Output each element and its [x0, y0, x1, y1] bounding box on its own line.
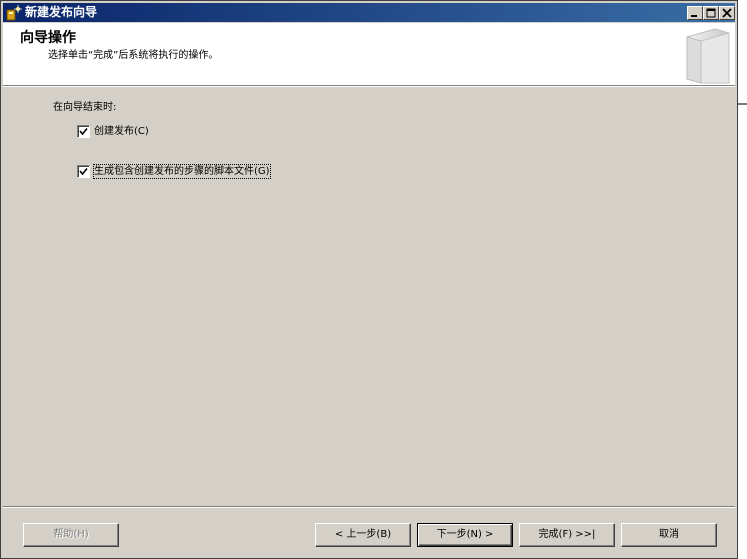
checkmark-icon [79, 127, 88, 136]
finish-button[interactable]: 完成(F) >>| [519, 523, 615, 547]
page-subtitle: 选择单击“完成”后系统将执行的操作。 [48, 50, 219, 61]
window-title: 新建发布向导 [25, 5, 98, 19]
cancel-button[interactable]: 取消 [621, 523, 717, 547]
close-button[interactable] [719, 6, 735, 20]
wizard-book-icon [686, 28, 730, 84]
page-title: 向导操作 [20, 30, 76, 46]
wizard-app-icon [6, 5, 22, 21]
help-button[interactable]: 帮助(H) [23, 523, 119, 547]
group-label: 在向导结束时: [53, 102, 117, 113]
minimize-icon [691, 15, 697, 17]
minimize-button[interactable] [687, 6, 703, 20]
wizard-header: 向导操作 选择单击“完成”后系统将执行的操作。 [3, 23, 735, 86]
wizard-window: 新建发布向导 向导操作 选择单击“完成”后系统将执行的操作。 在向导结束时: 创… [0, 0, 738, 559]
next-button[interactable]: 下一步(N) > [417, 523, 513, 547]
background-app-strip [738, 0, 747, 559]
checkmark-icon [79, 167, 88, 176]
create-publication-label[interactable]: 创建发布(C) [94, 125, 149, 138]
header-divider [3, 86, 735, 87]
footer-divider-highlight [3, 507, 735, 508]
create-publication-checkbox[interactable] [77, 125, 90, 138]
maximize-icon [706, 8, 716, 18]
generate-script-checkbox[interactable] [77, 165, 90, 178]
maximize-button[interactable] [703, 6, 719, 20]
generate-script-label[interactable]: 生成包含创建发布的步骤的脚本文件(G) [93, 164, 271, 179]
close-icon [722, 8, 732, 18]
back-button[interactable]: < 上一步(B) [315, 523, 411, 547]
title-bar[interactable]: 新建发布向导 [3, 3, 735, 22]
